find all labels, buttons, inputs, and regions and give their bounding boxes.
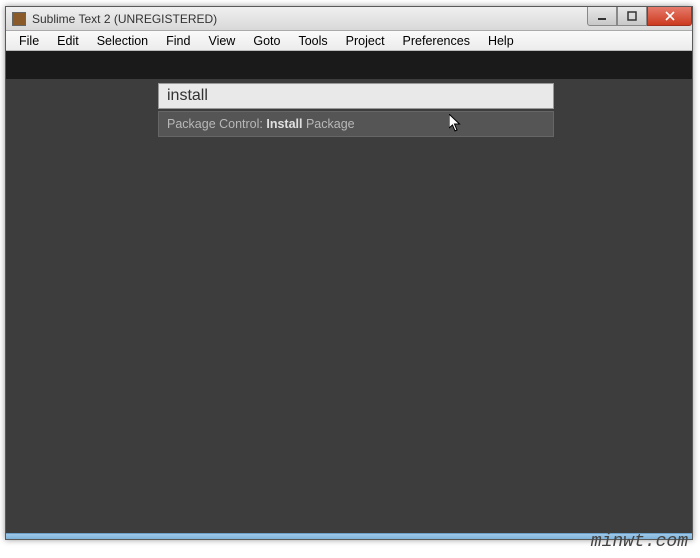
menu-view[interactable]: View: [199, 32, 244, 50]
menu-find[interactable]: Find: [157, 32, 199, 50]
command-palette-input[interactable]: [158, 83, 554, 109]
app-icon: [12, 12, 26, 26]
minimize-button[interactable]: [587, 7, 617, 26]
window-title: Sublime Text 2 (UNREGISTERED): [32, 12, 217, 26]
menu-file[interactable]: File: [10, 32, 48, 50]
app-window: Sublime Text 2 (UNREGISTERED) File Edit …: [5, 6, 693, 540]
result-match: Install: [266, 117, 302, 131]
menubar: File Edit Selection Find View Goto Tools…: [6, 31, 692, 51]
result-prefix: Package Control:: [167, 117, 266, 131]
editor-area[interactable]: Package Control: Install Package: [6, 79, 692, 533]
status-bar: [6, 533, 692, 539]
maximize-button[interactable]: [617, 7, 647, 26]
menu-selection[interactable]: Selection: [88, 32, 157, 50]
menu-tools[interactable]: Tools: [289, 32, 336, 50]
menu-goto[interactable]: Goto: [244, 32, 289, 50]
command-palette: Package Control: Install Package: [158, 83, 554, 137]
menu-edit[interactable]: Edit: [48, 32, 88, 50]
menu-project[interactable]: Project: [337, 32, 394, 50]
menu-help[interactable]: Help: [479, 32, 523, 50]
titlebar[interactable]: Sublime Text 2 (UNREGISTERED): [6, 7, 692, 31]
result-suffix: Package: [302, 117, 354, 131]
watermark-text: minwt.com: [591, 532, 688, 552]
command-palette-result[interactable]: Package Control: Install Package: [158, 111, 554, 137]
tab-strip[interactable]: [6, 51, 692, 79]
close-button[interactable]: [647, 7, 692, 26]
menu-preferences[interactable]: Preferences: [394, 32, 479, 50]
window-controls: [587, 7, 692, 26]
